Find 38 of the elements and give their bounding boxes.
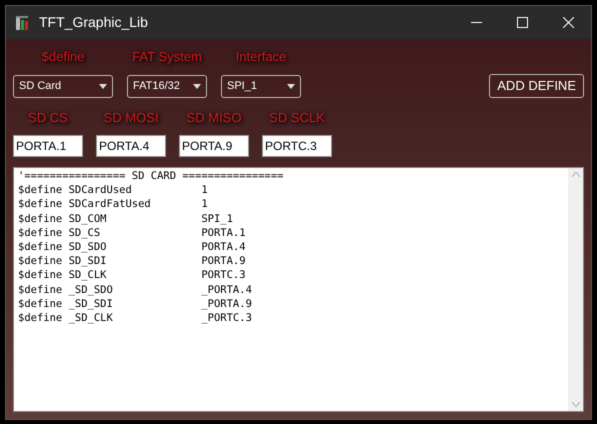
code-line: $define _SD_CLK _PORTC.3 bbox=[18, 311, 253, 326]
code-line: $define SD_CLK PORTC.3 bbox=[18, 268, 247, 283]
code-line: $define SD_SDO PORTA.4 bbox=[18, 240, 247, 254]
pin-field[interactable]: PORTA.1 bbox=[13, 135, 83, 157]
add-define-button[interactable]: ADD DEFINE bbox=[489, 74, 584, 98]
scrollbar[interactable] bbox=[568, 168, 583, 411]
dropdown[interactable]: SPI_1 bbox=[221, 74, 301, 98]
app-icon bbox=[15, 14, 31, 30]
window-title: TFT_Graphic_Lib bbox=[39, 13, 148, 32]
selector-label: $define bbox=[42, 48, 84, 66]
pin-label: SD SCLK bbox=[269, 108, 325, 126]
code-line: $define SD_COM SPI_1 bbox=[18, 212, 234, 226]
code-line: $define SD_SDI PORTA.9 bbox=[18, 254, 247, 268]
code-line: '================ SD CARD ================ bbox=[18, 169, 285, 184]
code-text-area[interactable] bbox=[13, 167, 584, 412]
scroll-up-icon[interactable] bbox=[572, 172, 580, 177]
code-line: $define SDCardUsed 1 bbox=[18, 183, 209, 198]
code-line: $define SD_CS PORTA.1 bbox=[18, 226, 247, 240]
maximize-icon bbox=[516, 17, 528, 28]
close-icon bbox=[562, 17, 574, 28]
scroll-down-icon[interactable] bbox=[572, 402, 580, 407]
minimize-icon bbox=[470, 22, 482, 23]
pin-label: SD MOSI bbox=[104, 108, 158, 126]
caret-icon bbox=[99, 84, 107, 88]
pin-label: SD MISO bbox=[186, 108, 242, 126]
pin-field[interactable]: PORTA.9 bbox=[179, 135, 249, 157]
code-line: $define _SD_SDO _PORTA.4 bbox=[18, 282, 253, 297]
selector-label: FAT System bbox=[132, 48, 202, 66]
selector-label: Interface bbox=[236, 48, 286, 66]
caret-icon bbox=[193, 84, 201, 88]
pin-field[interactable]: PORTA.4 bbox=[96, 135, 166, 157]
dropdown[interactable]: FAT16/32 bbox=[127, 74, 207, 98]
caret-icon bbox=[287, 84, 295, 88]
code-line: $define _SD_SDI _PORTA.9 bbox=[18, 296, 253, 312]
pin-field[interactable]: PORTC.3 bbox=[262, 135, 332, 157]
pin-label: SD CS bbox=[28, 108, 68, 126]
dropdown[interactable]: SD Card bbox=[13, 74, 113, 98]
code-line: $define SDCardFatUsed 1 bbox=[18, 197, 209, 212]
